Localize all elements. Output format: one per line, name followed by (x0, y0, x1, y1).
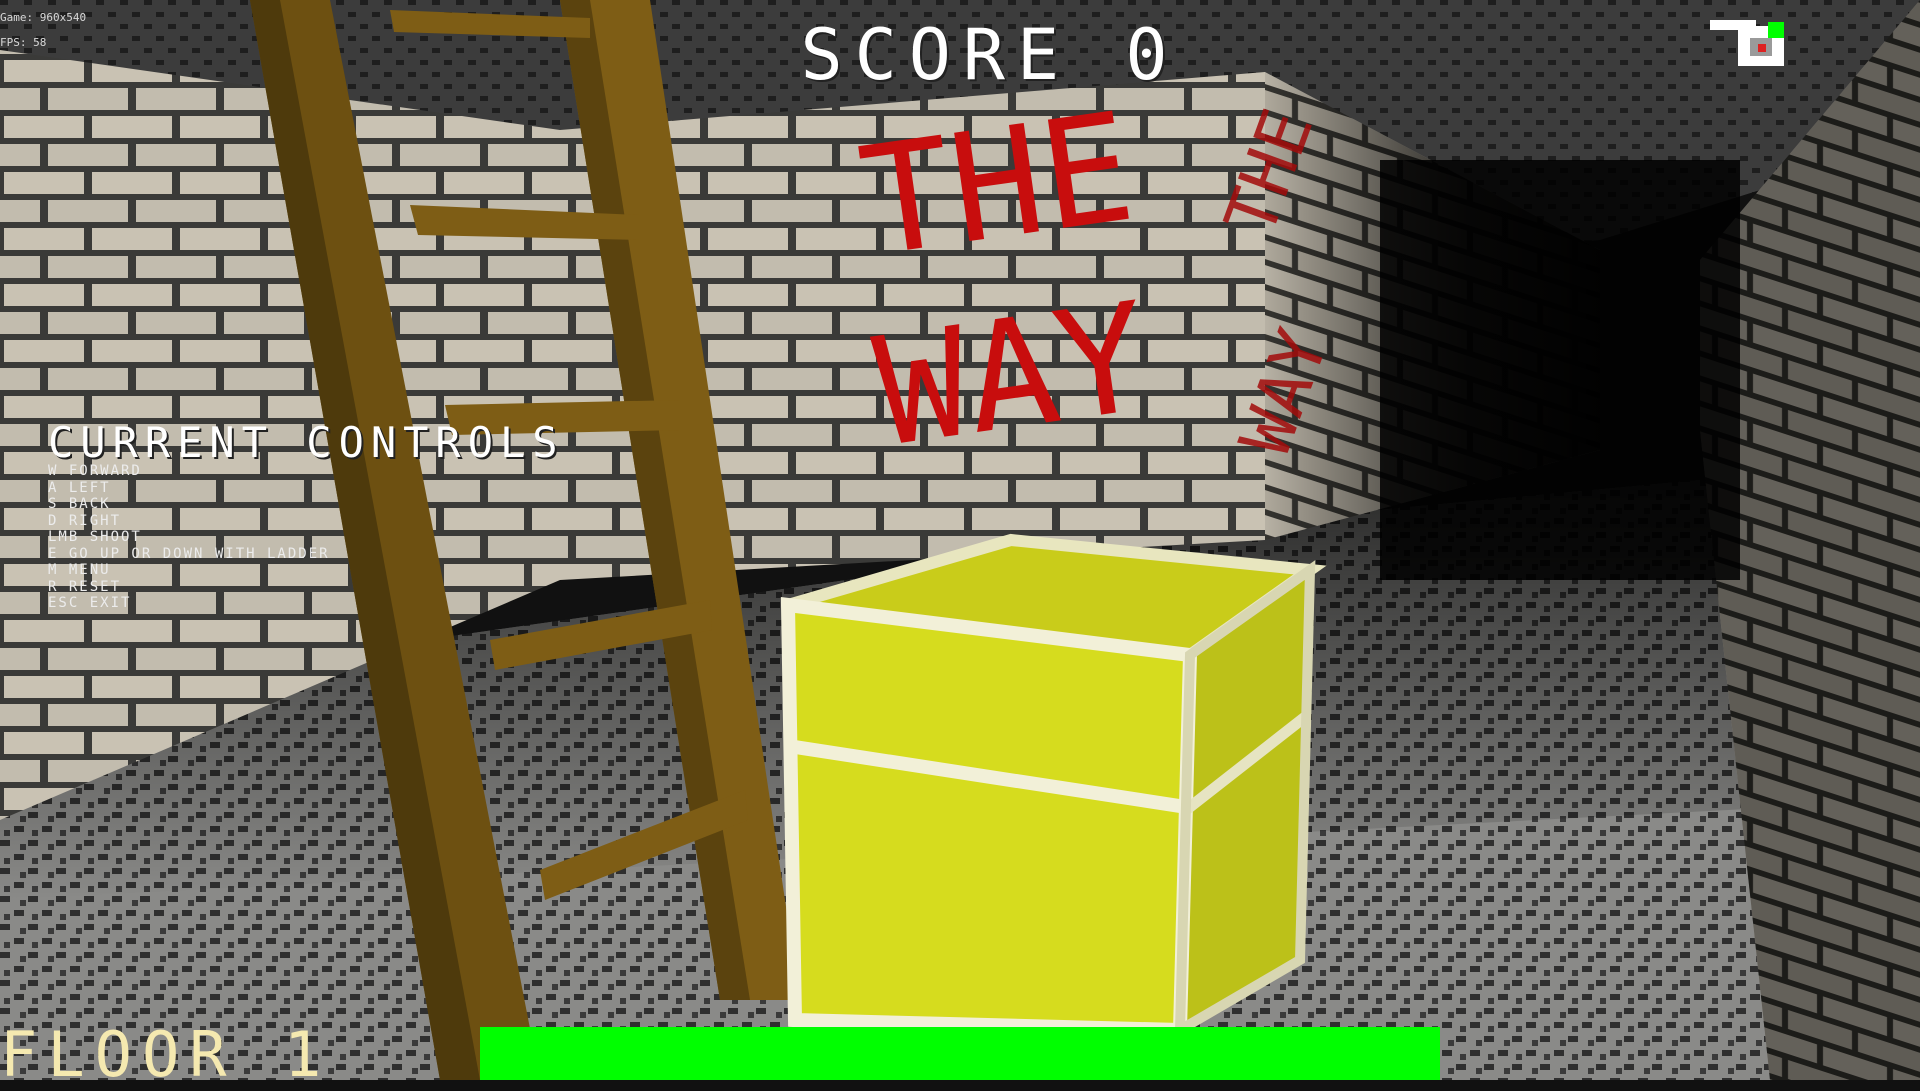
control-right: D RIGHT (48, 512, 122, 529)
control-shoot: LMB SHOOT (48, 529, 142, 545)
minimap-exit (1758, 44, 1766, 52)
control-back: S BACK (48, 496, 111, 512)
controls-title: CURRENT CONTROLS (48, 418, 565, 467)
control-reset: R RESET (48, 578, 122, 595)
health-bar (480, 1027, 1440, 1080)
control-menu: M MENU (48, 562, 111, 578)
yellow-chest[interactable] (780, 533, 1327, 1039)
floor-indicator: FLOOR 1 (0, 1018, 332, 1091)
minimap (1710, 20, 1784, 66)
control-left: A LEFT (48, 479, 111, 496)
score-display: SCORE 0 (800, 14, 1180, 96)
controls-list: W FORWARD A LEFT S BACK D RIGHT LMB SHOO… (48, 463, 330, 612)
control-exit: ESC EXIT (48, 595, 132, 611)
chest-front (788, 605, 1190, 1030)
minimap-player (1768, 22, 1784, 38)
health-bar-fill (480, 1027, 1440, 1080)
control-ladder: E GO UP OR DOWN WITH LADDER (48, 545, 330, 562)
control-forward: W FORWARD (48, 463, 142, 479)
